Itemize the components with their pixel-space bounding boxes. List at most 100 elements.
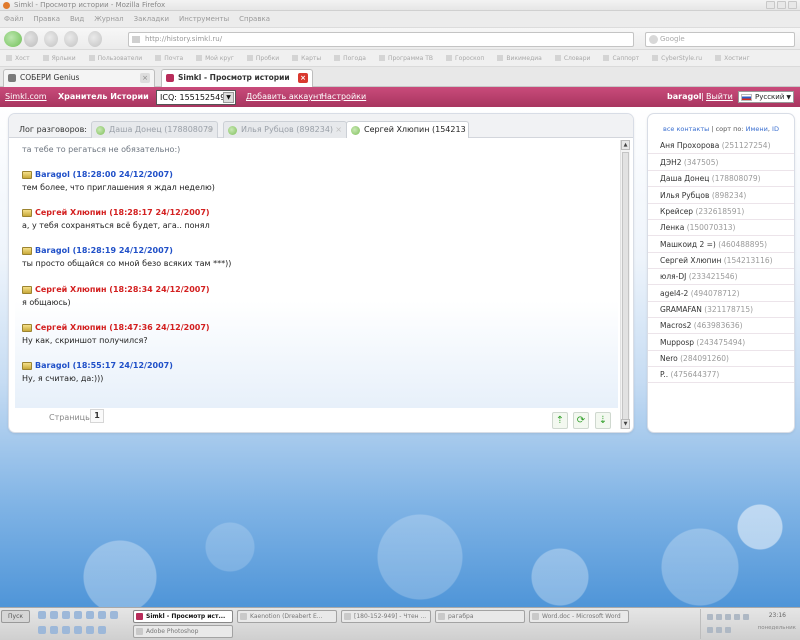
tray-icon[interactable] (707, 614, 713, 620)
quicklaunch-icon[interactable] (62, 626, 70, 634)
tray-icon[interactable] (725, 627, 731, 633)
scroll-down-icon[interactable]: ▼ (621, 419, 630, 429)
home-icon[interactable] (88, 31, 102, 47)
contact-item[interactable]: Машкоид 2 =) (460488895) (648, 237, 794, 253)
close-icon[interactable]: × (335, 122, 342, 138)
contact-item[interactable]: Nero (284091260) (648, 351, 794, 367)
page-link[interactable]: 1 (90, 409, 104, 423)
taskbar-item[interactable]: рагабра (435, 610, 525, 623)
menu-history[interactable]: Журнал (94, 15, 123, 23)
scroll-thumb[interactable] (622, 152, 629, 422)
start-button[interactable]: Пуск (1, 610, 30, 623)
forward-button[interactable] (24, 31, 38, 47)
chat-scrollbar[interactable]: ▲ ▼ (620, 140, 630, 429)
browser-tab-genius[interactable]: СОБЕРИ Genius × (3, 69, 155, 87)
bookmark-item[interactable]: Пробки (247, 55, 279, 62)
bookmark-item[interactable]: Гороскоп (446, 55, 484, 62)
bookmark-item[interactable]: Мой круг (196, 55, 234, 62)
chat-tab-dasha[interactable]: Даша Донец (178808079 × (91, 121, 218, 138)
stop-icon[interactable] (64, 31, 78, 47)
bookmark-item[interactable]: Почта (155, 55, 183, 62)
tray-icon[interactable] (716, 627, 722, 633)
contact-item[interactable]: Macros2 (463983636) (648, 318, 794, 334)
contact-item[interactable]: P.. (475644377) (648, 367, 794, 383)
tab-close-icon[interactable]: × (298, 73, 308, 83)
tray-icon[interactable] (734, 614, 740, 620)
taskbar-item[interactable]: Simkl - Просмотр ист... (133, 610, 233, 623)
quicklaunch-icon[interactable] (50, 626, 58, 634)
menu-tools[interactable]: Инструменты (179, 15, 229, 23)
bookmark-item[interactable]: Саппорт (603, 55, 639, 62)
refresh-button[interactable]: ⟳ (573, 412, 589, 429)
bookmark-item[interactable]: Хостинг (715, 55, 750, 62)
icq-account-select[interactable]: ICQ: 155152549 ▼ (156, 90, 236, 105)
quicklaunch-icon[interactable] (98, 611, 106, 619)
bookmark-item[interactable]: Программа ТВ (379, 55, 433, 62)
contact-item[interactable]: Ленка (150070313) (648, 220, 794, 236)
quicklaunch-icon[interactable] (74, 626, 82, 634)
contact-item[interactable]: Даша Донец (178808079) (648, 171, 794, 187)
quicklaunch-icon[interactable] (38, 611, 46, 619)
language-select[interactable]: Русский ▼ (738, 91, 794, 103)
contact-item[interactable]: Сергей Хлюпин (154213116) (648, 253, 794, 269)
quicklaunch-icon[interactable] (74, 611, 82, 619)
chevron-down-icon[interactable]: ▼ (223, 92, 234, 103)
bookmark-item[interactable]: Пользователи (89, 55, 143, 62)
contact-item[interactable]: agel4-2 (494078712) (648, 286, 794, 302)
reload-icon[interactable] (44, 31, 58, 47)
quicklaunch-icon[interactable] (38, 626, 46, 634)
back-button[interactable] (4, 31, 22, 47)
quicklaunch-icon[interactable] (110, 611, 118, 619)
bookmark-item[interactable]: Словари (555, 55, 591, 62)
scroll-up-icon[interactable]: ▲ (621, 140, 630, 150)
taskbar-item[interactable]: Adobe Photoshop (133, 625, 233, 638)
chat-tab-ilya[interactable]: Илья Рубцов (898234) × (223, 121, 347, 138)
sort-by-name-link[interactable]: Имени (746, 125, 768, 133)
taskbar-item[interactable]: [180-152-949] - Чтен ... (341, 610, 431, 623)
sort-by-id-link[interactable]: ID (772, 125, 779, 133)
menu-file[interactable]: Файл (4, 15, 23, 23)
contact-item[interactable]: Аня Прохорова (251127254) (648, 138, 794, 154)
browser-tab-simkl[interactable]: Simkl - Просмотр истории × (161, 69, 313, 87)
close-window-button[interactable] (788, 1, 797, 9)
close-icon[interactable]: × (206, 122, 213, 138)
tray-icon[interactable] (725, 614, 731, 620)
tab-close-icon[interactable]: × (140, 73, 150, 83)
all-contacts-link[interactable]: все контакты (663, 125, 709, 133)
contact-item[interactable]: Крейсер (232618591) (648, 204, 794, 220)
contact-item[interactable]: Илья Рубцов (898234) (648, 188, 794, 204)
menu-view[interactable]: Вид (70, 15, 84, 23)
bookmark-item[interactable]: CyberStyle.ru (652, 55, 702, 62)
quicklaunch-icon[interactable] (86, 626, 94, 634)
address-bar[interactable]: http://history.simkl.ru/ (128, 32, 634, 47)
taskbar-item[interactable]: Word.doc - Microsoft Word (529, 610, 629, 623)
taskbar-item[interactable]: Kaenotion (Dreabert E... (237, 610, 337, 623)
minimize-button[interactable] (766, 1, 775, 9)
tray-icon[interactable] (743, 614, 749, 620)
contact-item[interactable]: юля-DJ (233421546) (648, 269, 794, 285)
settings-link[interactable]: Настройки (321, 92, 366, 101)
logout-link[interactable]: Выйти (706, 92, 733, 101)
quicklaunch-icon[interactable] (50, 611, 58, 619)
bookmark-item[interactable]: Погода (334, 55, 366, 62)
quicklaunch-icon[interactable] (62, 611, 70, 619)
menu-help[interactable]: Справка (239, 15, 270, 23)
contact-item[interactable]: GRAMAFAN (321178715) (648, 302, 794, 318)
search-input[interactable]: Google (645, 32, 795, 47)
contact-item[interactable]: Mupposp (243475494) (648, 335, 794, 351)
scroll-top-button[interactable]: ⇡ (552, 412, 568, 429)
brand-link[interactable]: Simkl.com (5, 92, 47, 101)
bookmark-item[interactable]: Карты (292, 55, 321, 62)
tray-icon[interactable] (716, 614, 722, 620)
contact-item[interactable]: ДЭН2 (347505) (648, 155, 794, 171)
menu-edit[interactable]: Правка (33, 15, 60, 23)
chat-tab-sergey[interactable]: Сергей Хлюпин (154213 (346, 121, 469, 138)
quicklaunch-icon[interactable] (86, 611, 94, 619)
bookmark-item[interactable]: Хост (6, 55, 30, 62)
menu-bookmarks[interactable]: Закладки (134, 15, 169, 23)
quicklaunch-icon[interactable] (98, 626, 106, 634)
bookmark-item[interactable]: Ярлыки (43, 55, 76, 62)
bookmark-item[interactable]: Викимедиа (497, 55, 541, 62)
tray-icon[interactable] (707, 627, 713, 633)
maximize-button[interactable] (777, 1, 786, 9)
